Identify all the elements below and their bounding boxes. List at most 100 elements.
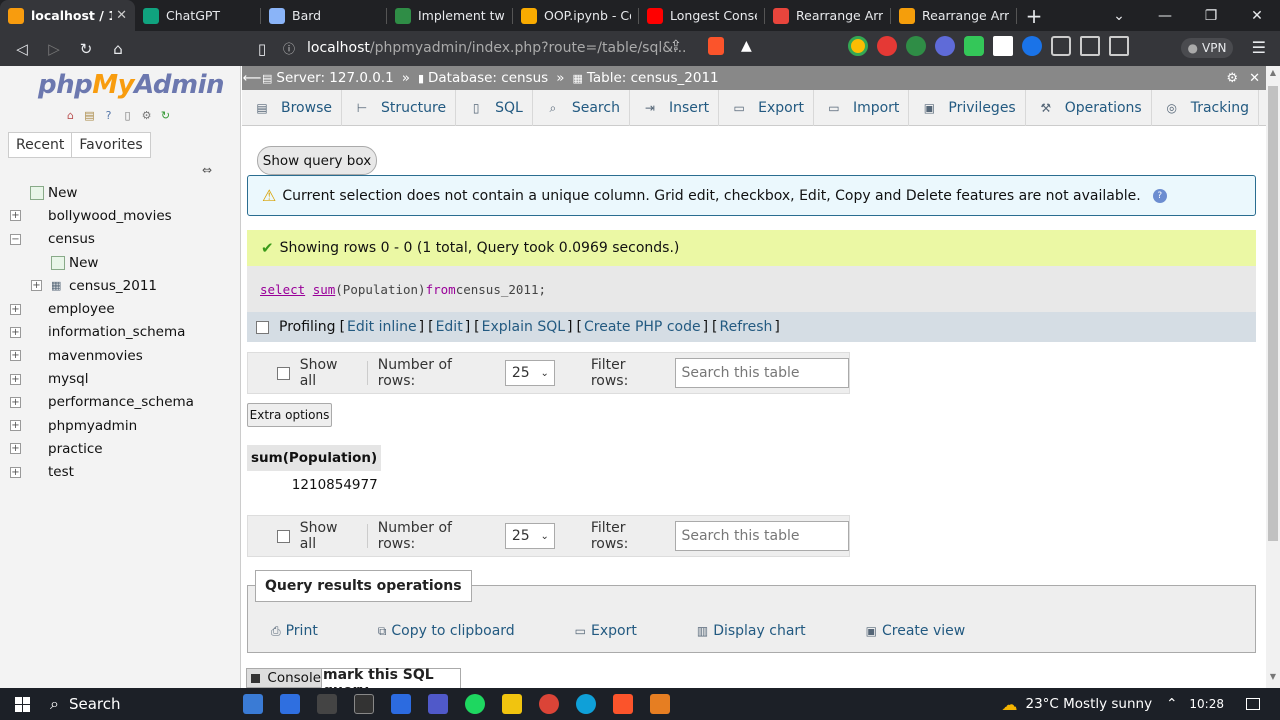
scrollbar-thumb[interactable] [1268, 86, 1278, 541]
bookmark-icon[interactable]: ▯ [246, 31, 278, 66]
expand-icon[interactable]: + [10, 420, 21, 432]
forward-icon[interactable]: ▷ [38, 31, 70, 66]
settings-gear-icon[interactable]: ⚙ [1226, 71, 1238, 86]
extension-icon[interactable] [935, 36, 955, 56]
filter-rows-input[interactable]: Search this table [675, 521, 849, 551]
tab-import[interactable]: ▭ Import [814, 90, 910, 126]
expand-icon[interactable]: + [10, 303, 21, 315]
tab-tracking[interactable]: ◎ Tracking [1152, 90, 1259, 126]
number-of-rows-select[interactable]: 25 ⌄ [504, 523, 555, 549]
profiling-checkbox[interactable] [256, 320, 269, 334]
mail-app-icon[interactable] [280, 694, 300, 714]
operation-link[interactable]: ▭ Export [575, 623, 667, 639]
expand-icon[interactable]: + [10, 350, 21, 362]
minimize-icon[interactable]: — [1142, 0, 1188, 31]
collapse-icon[interactable]: − [10, 233, 21, 245]
collapse-arrow-icon[interactable]: ⟵ [242, 71, 262, 86]
teams-app-icon[interactable] [428, 694, 448, 714]
console-toggle[interactable]: Console [246, 668, 322, 688]
close-window-icon[interactable]: ✕ [1234, 0, 1280, 31]
tray-chevron-icon[interactable]: ⌃ [1166, 696, 1177, 712]
phpmyadmin-logo[interactable]: phpMyAdmin [38, 70, 225, 100]
lock-extension-icon[interactable] [964, 36, 984, 56]
tree-item-database[interactable]: + bollywood_movies [0, 204, 241, 227]
tree-item-new[interactable]: New [0, 181, 241, 204]
close-tab-icon[interactable]: ✕ [116, 8, 127, 23]
browser-menu-icon[interactable]: ☰ [1252, 38, 1266, 57]
help-icon[interactable]: ? [1152, 188, 1167, 203]
browser-tab[interactable]: Rearrange Array [891, 0, 1017, 31]
tab-insert[interactable]: ⇥ Insert [630, 90, 720, 126]
tab-sql[interactable]: ▯ SQL [456, 90, 533, 126]
tab-mor[interactable]: ▼Mor [1259, 90, 1266, 126]
recent-tab[interactable]: Recent [8, 132, 73, 158]
tab-structure[interactable]: ⊢ Structure [342, 90, 457, 126]
browser-tab[interactable]: Longest Consecu [639, 0, 765, 31]
brave-shield-icon[interactable] [708, 37, 724, 55]
expand-icon[interactable]: + [10, 210, 21, 222]
browser-tab[interactable]: Rearrange Array [765, 0, 891, 31]
scroll-up-arrow[interactable]: ▲ [1266, 68, 1280, 82]
filter-rows-input[interactable]: Search this table [675, 358, 849, 388]
tab-search[interactable]: ⌕ Search [533, 90, 630, 126]
spotify-app-icon[interactable] [465, 694, 485, 714]
help-icon[interactable]: ? [101, 108, 116, 123]
show-all-checkbox[interactable] [277, 529, 290, 543]
sql-keyword[interactable]: select [260, 282, 305, 297]
operation-link[interactable]: ▥ Display chart [697, 623, 836, 639]
expand-icon[interactable]: + [10, 326, 21, 338]
expand-icon[interactable]: + [10, 373, 21, 385]
tab-browse[interactable]: ▤ Browse [242, 90, 342, 126]
edge-app-icon[interactable] [576, 694, 596, 714]
extension-icon[interactable] [1022, 36, 1042, 56]
profiling-link[interactable]: Refresh [720, 319, 773, 335]
todo-app-icon[interactable] [391, 694, 411, 714]
main-scrollbar[interactable]: ▲ ▼ [1266, 66, 1280, 688]
expand-icon[interactable]: + [10, 466, 21, 478]
breadcrumb-database[interactable]: Database: census [428, 70, 548, 86]
operation-link[interactable]: ▣ Create view [866, 623, 996, 639]
favorites-tab[interactable]: Favorites [72, 132, 151, 158]
puzzle-icon[interactable] [1051, 36, 1071, 56]
home-icon[interactable]: ⌂ [102, 31, 134, 66]
weather-text[interactable]: 23°C Mostly sunny [1025, 696, 1152, 712]
tree-item-database[interactable]: − census [0, 228, 241, 251]
settings-app-icon[interactable] [317, 694, 337, 714]
operation-link[interactable]: ⧉ Copy to clipboard [378, 623, 545, 639]
chrome-app-icon[interactable] [539, 694, 559, 714]
tree-item-database[interactable]: + information_schema [0, 321, 241, 344]
taskbar-search[interactable]: ⌕ Search [44, 694, 234, 714]
brave-rewards-icon[interactable]: ▲ [741, 38, 752, 54]
column-header[interactable]: sum(Population) [247, 445, 383, 471]
tab-operations[interactable]: ⚒ Operations [1026, 90, 1152, 126]
tree-item-new[interactable]: New [0, 251, 241, 274]
pokeball-extension-icon[interactable] [877, 36, 897, 56]
vpn-button[interactable]: ● VPN [1181, 38, 1233, 58]
start-button[interactable] [0, 688, 44, 720]
tree-item-database[interactable]: + phpmyadmin [0, 414, 241, 437]
widgets-app-icon[interactable] [243, 694, 263, 714]
gfg-extension-icon[interactable] [906, 36, 926, 56]
extra-options-button[interactable]: Extra options [247, 403, 332, 427]
link-with-main-icon[interactable]: ⇔ [202, 163, 212, 177]
explorer-app-icon[interactable] [502, 694, 522, 714]
browser-tab[interactable]: ChatGPT [135, 0, 261, 31]
reload-icon[interactable]: ↻ [158, 108, 173, 123]
share-icon[interactable]: ⇪ [670, 38, 682, 54]
expand-icon[interactable]: + [10, 443, 21, 455]
notifications-icon[interactable] [1246, 698, 1260, 710]
tree-item-database[interactable]: + mysql [0, 367, 241, 390]
site-info-icon[interactable]: ⓘ [283, 40, 295, 57]
extension-icon[interactable] [848, 36, 868, 56]
operation-link[interactable]: ⎙ Print [271, 623, 348, 639]
logout-icon[interactable]: ▤ [82, 108, 97, 123]
omega-extension-icon[interactable] [993, 36, 1013, 56]
profiling-link[interactable]: Explain SQL [482, 319, 565, 335]
terminal-app-icon[interactable] [354, 694, 374, 714]
tab-privileges[interactable]: ▣ Privileges [909, 90, 1026, 126]
browser-tab[interactable]: localhost / 1 ✕ [0, 0, 135, 31]
number-of-rows-select[interactable]: 25 ⌄ [504, 360, 555, 386]
restore-icon[interactable]: ❐ [1188, 0, 1234, 31]
tree-item-database[interactable]: + mavenmovies [0, 344, 241, 367]
docs-icon[interactable]: ▯ [120, 108, 135, 123]
